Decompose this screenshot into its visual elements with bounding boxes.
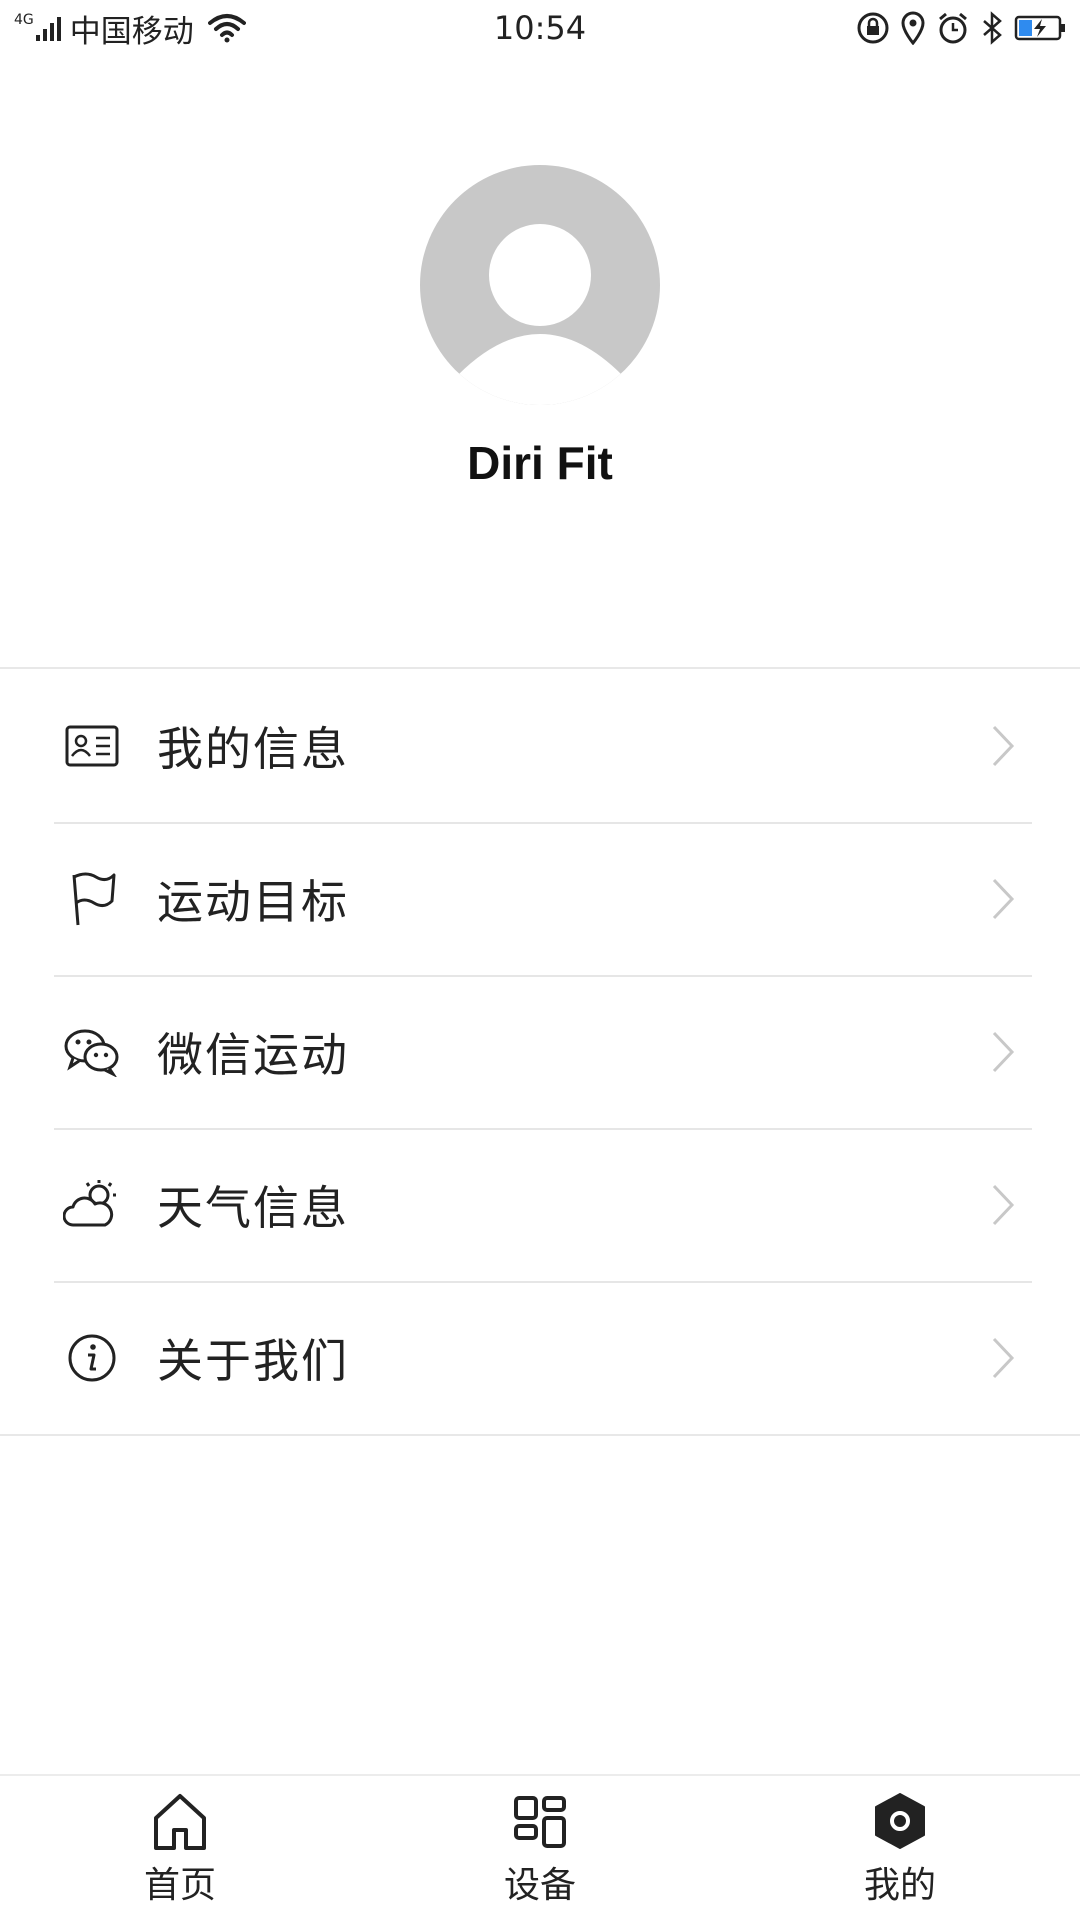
profile-hexagon-icon <box>875 1793 925 1849</box>
battery-icon <box>1014 15 1065 41</box>
menu-item-my-info[interactable]: 我的信息 <box>0 669 1080 822</box>
status-right <box>846 10 1066 46</box>
home-icon <box>154 1794 206 1850</box>
chevron-right-icon <box>992 1031 1015 1072</box>
alarm-icon <box>939 12 967 44</box>
menu-item-label: 天气信息 <box>157 1180 349 1235</box>
id-card-icon <box>62 716 122 776</box>
username: Diri Fit <box>467 437 613 489</box>
menu-item-label: 运动目标 <box>157 874 349 929</box>
menu-item-wechat-sport[interactable]: 微信运动 <box>0 975 1080 1128</box>
location-icon <box>901 11 925 45</box>
menu-item-label: 微信运动 <box>157 1027 349 1082</box>
menu-item-label: 我的信息 <box>157 721 349 776</box>
bottom-tab-bar: 首页 设备 我的 <box>0 1774 1080 1920</box>
tab-label: 首页 <box>143 1865 216 1906</box>
menu-item-weather-info[interactable]: 天气信息 <box>0 1128 1080 1281</box>
tab-label: 我的 <box>863 1865 936 1906</box>
menu-item-exercise-goal[interactable]: 运动目标 <box>0 822 1080 975</box>
wechat-icon <box>62 1022 122 1082</box>
chevron-right-icon <box>992 1337 1015 1378</box>
weather-icon <box>62 1175 122 1235</box>
tab-mine[interactable]: 我的 <box>800 1776 1000 1920</box>
info-icon <box>62 1328 122 1388</box>
rotation-lock-icon <box>857 12 889 44</box>
flag-icon <box>62 869 122 929</box>
bluetooth-icon <box>983 11 1002 45</box>
tab-home[interactable]: 首页 <box>80 1776 280 1920</box>
devices-icon <box>514 1796 566 1848</box>
default-user-icon <box>420 165 660 405</box>
tab-devices[interactable]: 设备 <box>440 1776 640 1920</box>
settings-menu: 我的信息 运动目标 微信运动 天气信息 关于我们 <box>0 667 1080 1436</box>
menu-item-about-us[interactable]: 关于我们 <box>0 1281 1080 1434</box>
chevron-right-icon <box>992 1184 1015 1225</box>
status-bar: 4G 中国移动 10:54 <box>0 0 1080 58</box>
tab-label: 设备 <box>503 1865 576 1906</box>
avatar[interactable] <box>420 165 660 405</box>
menu-item-label: 关于我们 <box>157 1333 349 1388</box>
chevron-right-icon <box>992 725 1015 766</box>
chevron-right-icon <box>992 878 1015 919</box>
